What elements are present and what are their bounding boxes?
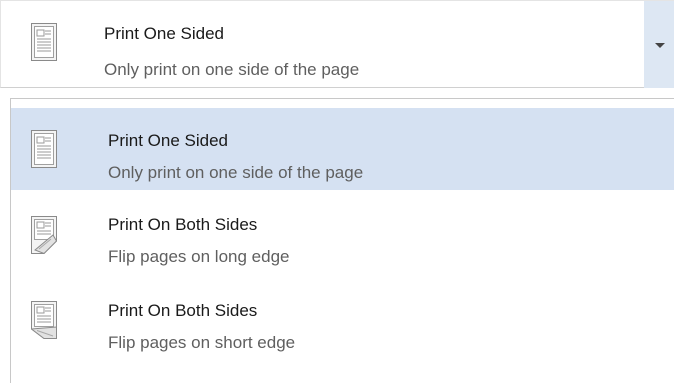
selected-subtitle: Only print on one side of the page: [104, 60, 360, 79]
option-print-both-sides-long-edge[interactable]: Print On Both Sides Flip pages on long e…: [11, 194, 674, 276]
dropdown-toggle-button[interactable]: [644, 1, 674, 88]
option-print-one-sided[interactable]: Print One Sided Only print on one side o…: [11, 108, 674, 190]
one-sided-page-icon: [31, 130, 57, 168]
option-subtitle: Flip pages on short edge: [108, 333, 296, 352]
print-sides-selector: Print One Sided Only print on one side o…: [0, 0, 674, 383]
print-sides-dropdown[interactable]: Print One Sided Only print on one side o…: [0, 0, 674, 88]
option-title: Print One Sided: [108, 131, 229, 150]
option-subtitle: Flip pages on long edge: [108, 247, 290, 266]
flip-short-edge-icon: [31, 301, 57, 339]
option-title: Print On Both Sides: [108, 215, 258, 234]
option-print-both-sides-short-edge[interactable]: Print On Both Sides Flip pages on short …: [11, 279, 674, 361]
one-sided-page-icon: [31, 23, 57, 61]
flip-long-edge-icon: [31, 216, 57, 254]
print-sides-option-list: Print One Sided Only print on one side o…: [10, 98, 674, 383]
selected-title: Print One Sided: [104, 24, 225, 43]
option-subtitle: Only print on one side of the page: [108, 163, 364, 182]
option-title: Print On Both Sides: [108, 301, 258, 320]
chevron-down-icon: [655, 43, 665, 48]
